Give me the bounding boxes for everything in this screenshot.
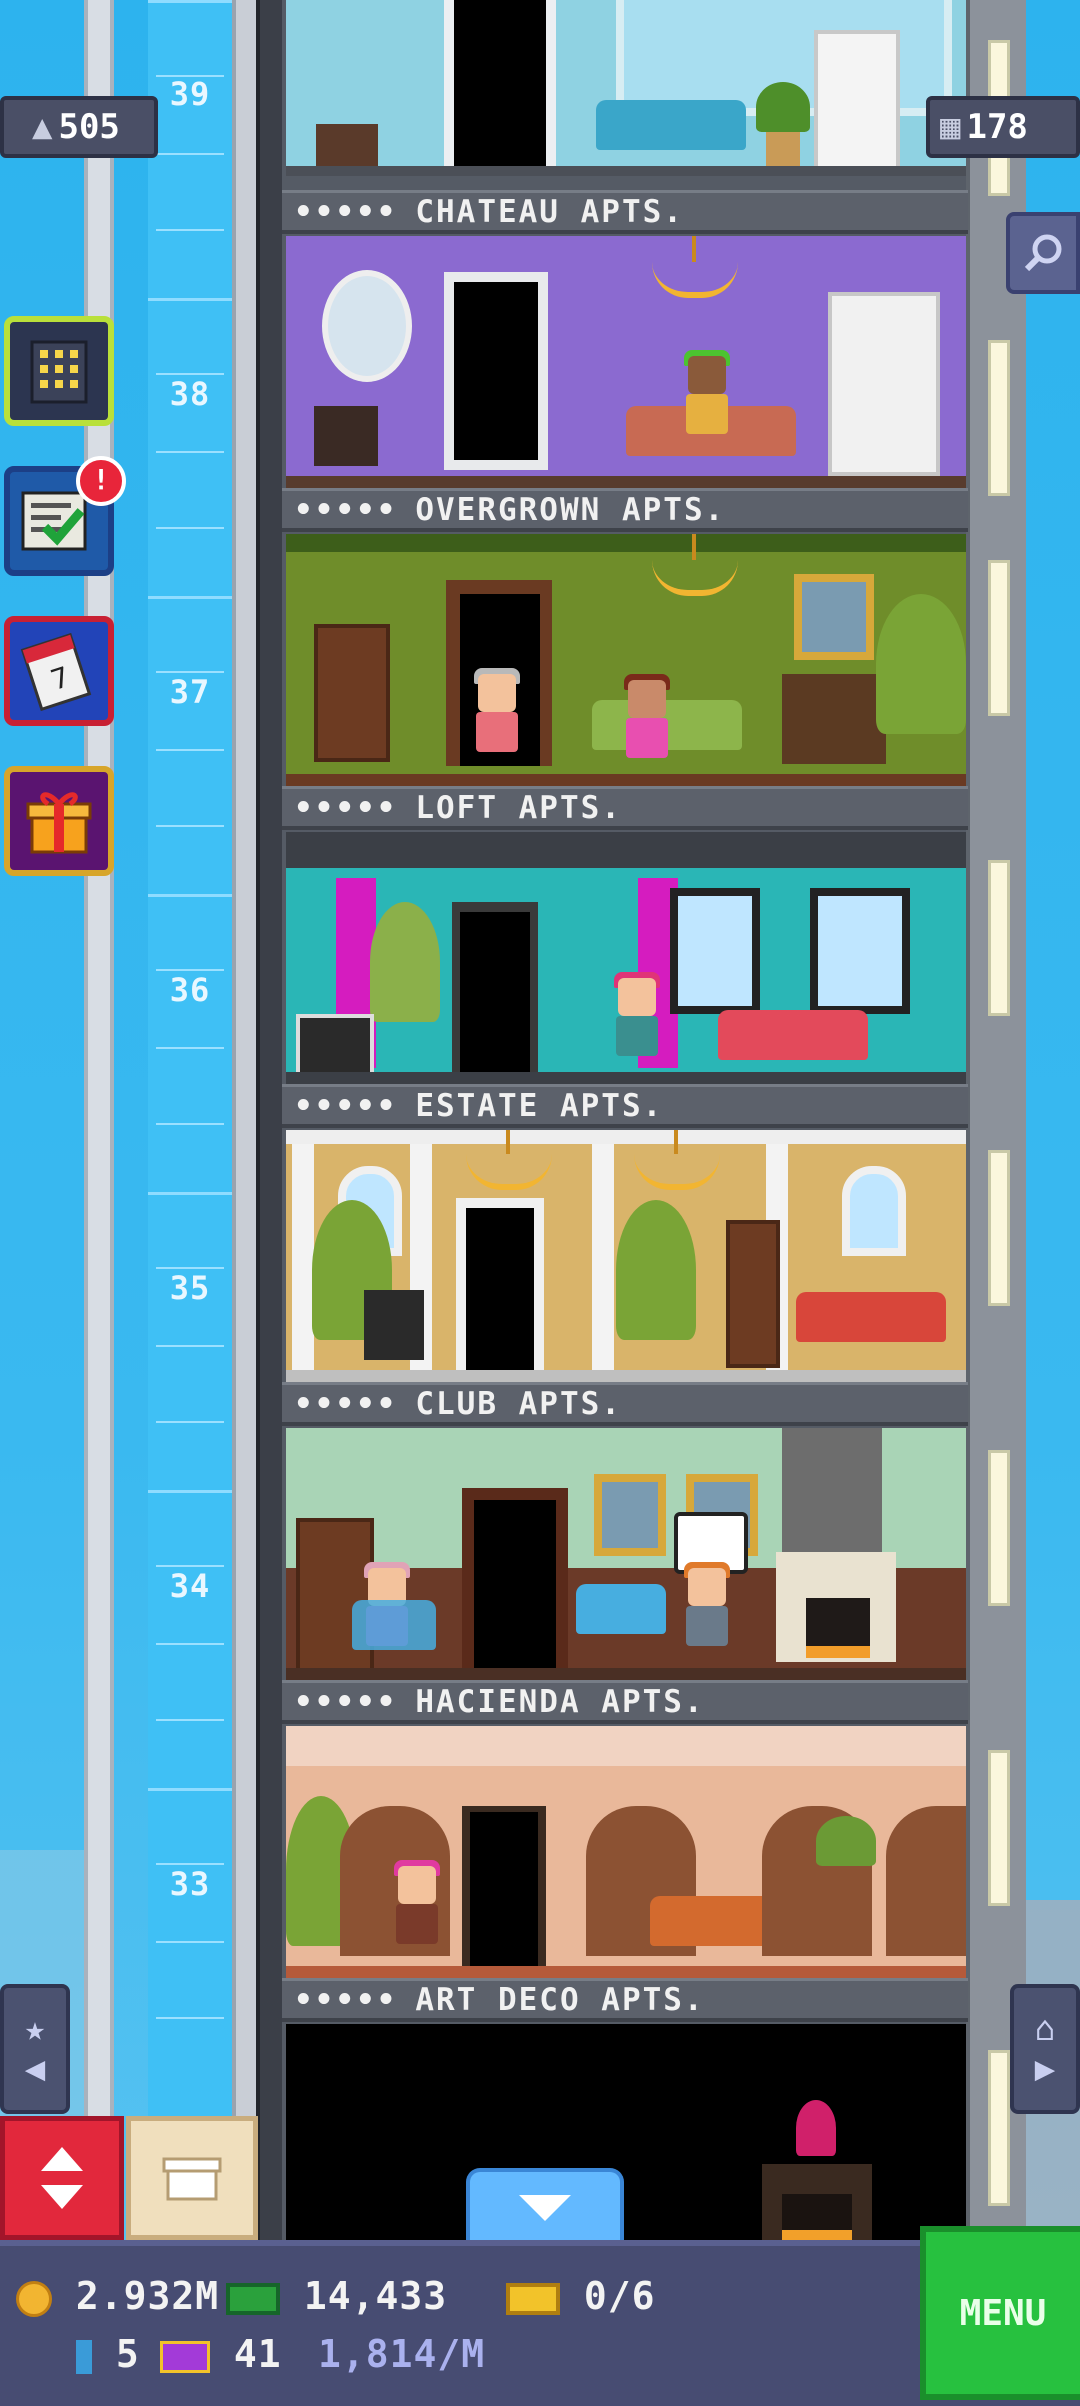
elevator-floor: 35 [148,1192,232,1490]
gift-button[interactable] [4,766,114,876]
ticket-icon [506,2282,560,2315]
resident[interactable] [392,1860,442,1954]
elevator-up-down-icon [41,2147,83,2209]
resident[interactable] [622,674,672,768]
coins-display[interactable]: 2.932M [16,2274,219,2318]
floor-rating: ••••• [294,1982,398,2018]
floor-name: ESTATE APTS. [415,1088,664,1124]
income-rate: 1,814/M [318,2332,486,2376]
resident[interactable] [472,668,522,762]
floor-banner[interactable]: ••••• HACIENDA APTS. [282,1680,968,1724]
elevator-floor-number: 38 [169,375,211,413]
tower-right-wall [966,0,1026,2250]
floor-banner[interactable]: ••••• CHATEAU APTS. [282,190,968,234]
storage-box-icon [162,2157,222,2201]
room-club[interactable] [286,1428,966,1682]
elevator-floor: 36 [148,894,232,1192]
population-icon: ▲ [32,107,53,147]
elevator-floor-number: 35 [169,1269,211,1307]
room-overgrown[interactable] [286,534,966,788]
gift-icon [26,792,92,854]
floor-rating: ••••• [294,492,398,528]
vip-value: 41 [233,2332,282,2376]
room-estate[interactable] [286,1130,966,1384]
floor-name: LOFT APTS. [415,790,622,826]
item-icon [76,2339,92,2374]
elevator-floor: 34 [148,1490,232,1788]
home-icon: ⌂ [1034,2009,1056,2049]
menu-button[interactable]: MENU [920,2226,1080,2400]
resident[interactable] [612,972,662,1066]
bux-value: 14,433 [303,2274,448,2318]
coins-value: 2.932M [75,2274,220,2318]
floor-name: HACIENDA APTS. [415,1684,705,1720]
elevator-floor-number: 37 [169,673,211,711]
floor-name: OVERGROWN APTS. [415,492,726,528]
floor-banner[interactable]: ••••• ART DECO APTS. [282,1978,968,2022]
tickets-display[interactable]: 0/6 [506,2274,656,2318]
scroll-down-button[interactable] [466,2168,624,2244]
floor-banner[interactable]: ••••• OVERGROWN APTS. [282,488,968,532]
coin-icon [16,2280,52,2317]
population-value: 505 [58,107,120,147]
floor-rating: ••••• [294,1088,398,1124]
elevator-button[interactable] [0,2116,124,2240]
floor-banner[interactable]: ••••• CLUB APTS. [282,1382,968,1426]
calendar-button[interactable]: 7 [4,616,114,726]
floors-badge[interactable]: ▦ 178 [926,96,1080,158]
search-icon [1024,234,1062,272]
room-art-deco[interactable] [286,2024,966,2240]
vip-icon [160,2340,210,2373]
resident[interactable] [682,1562,732,1656]
items-value: 5 [115,2332,140,2376]
home-nav-button[interactable]: ⌂ ▶ [1010,1984,1080,2114]
floor-banner[interactable]: ••••• ESTATE APTS. [282,1084,968,1128]
elevator-floor: 38 [148,298,232,596]
floor-banner[interactable]: ••••• LOFT APTS. [282,786,968,830]
floor-rating: ••••• [294,194,398,230]
missions-alert-badge: ! [76,456,126,506]
left-arrow-icon: ◀ [24,2049,46,2089]
resident[interactable] [682,350,732,444]
build-icon [30,340,88,404]
elevator-floor-number: 36 [169,971,211,1009]
floor-rating: ••••• [294,790,398,826]
vip-display[interactable]: 41 [160,2332,282,2376]
elevator-floor-number: 39 [169,75,211,113]
elevator-floor: 39 [148,0,232,298]
elevator-floor: 37 [148,596,232,894]
room-floor-39[interactable] [286,0,966,176]
floor-rating: ••••• [294,1684,398,1720]
tickets-value: 0/6 [583,2274,656,2318]
elevator-floor-number: 33 [169,1865,211,1903]
calendar-icon: 7 [20,632,92,711]
items-display[interactable]: 5 [76,2332,140,2376]
person-icon: ★ [24,2009,46,2049]
elevator-floor: 33 [148,1788,232,2086]
right-arrow-icon: ▶ [1034,2049,1056,2089]
build-button[interactable] [4,316,114,426]
bux-icon [226,2282,280,2315]
room-chateau[interactable] [286,236,966,490]
missions-button[interactable]: ! [4,456,126,576]
bottom-status-bar: 2.932M 14,433 0/6 5 41 1,814/M [0,2240,1080,2406]
room-hacienda[interactable] [286,1726,966,1980]
population-badge[interactable]: ▲ 505 [0,96,158,158]
floor-name: ART DECO APTS. [415,1982,705,2018]
floor-name: CLUB APTS. [415,1386,622,1422]
elevator-floor-number: 34 [169,1567,211,1605]
visitor-nav-button[interactable]: ★ ◀ [0,1984,70,2114]
room-loft[interactable] [286,832,966,1086]
floor-name: CHATEAU APTS. [415,194,684,230]
floors-icon: ▦ [940,107,961,147]
floor-rating: ••••• [294,1386,398,1422]
bux-display[interactable]: 14,433 [226,2274,447,2318]
down-arrow-icon [519,2195,571,2221]
storage-button[interactable] [126,2116,258,2240]
floors-value: 178 [966,107,1028,147]
search-button[interactable] [1006,212,1080,294]
